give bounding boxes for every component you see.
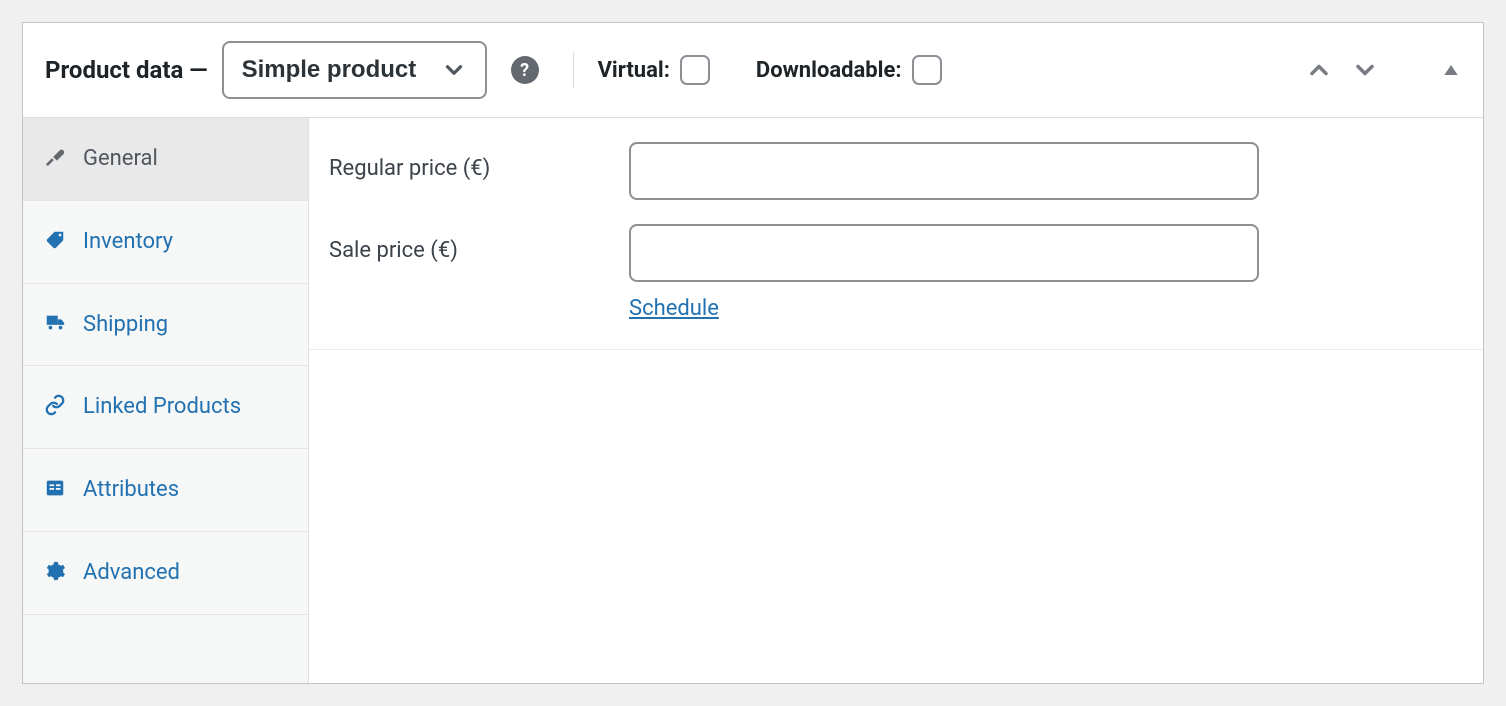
tab-label: General [83,144,288,174]
virtual-checkbox[interactable] [680,55,710,85]
help-icon[interactable]: ? [511,56,539,84]
schedule-link[interactable]: Schedule [629,296,719,321]
product-type-select[interactable]: Simple product [222,41,487,99]
virtual-label: Virtual: [598,58,670,83]
product-type-select-wrap: Simple product [222,41,487,99]
tab-label: Inventory [83,227,288,257]
regular-price-input[interactable] [629,142,1259,200]
wrench-icon [43,146,67,168]
tab-general[interactable]: General [23,118,308,201]
tab-inventory[interactable]: Inventory [23,201,308,284]
tab-label: Linked Products [83,392,288,422]
product-data-panel: Product data — Simple product ? Virtual:… [22,22,1484,684]
toggle-panel-button[interactable] [1441,60,1461,80]
regular-price-row: Regular price (€) [329,142,1463,200]
gear-icon [43,560,67,582]
downloadable-checkbox[interactable] [912,55,942,85]
panel-title: Product data — [45,56,208,84]
move-down-button[interactable] [1351,56,1379,84]
regular-price-label: Regular price (€) [329,142,629,181]
tab-content: Regular price (€) Sale price (€) Schedul… [309,118,1483,683]
tab-advanced[interactable]: Advanced [23,532,308,615]
list-icon [43,477,67,499]
tab-shipping[interactable]: Shipping [23,284,308,367]
tag-icon [43,229,67,251]
tab-linked-products[interactable]: Linked Products [23,366,308,449]
sale-price-label: Sale price (€) [329,224,629,263]
truck-icon [43,312,67,334]
divider [573,52,574,88]
sale-price-row: Sale price (€) Schedule [329,224,1463,321]
panel-controls [1305,56,1461,84]
move-up-button[interactable] [1305,56,1333,84]
downloadable-label: Downloadable: [756,58,902,83]
tabs-sidebar: General Inventory Shipping Linked Produc… [23,118,309,683]
panel-header: Product data — Simple product ? Virtual:… [23,23,1483,118]
tab-label: Shipping [83,310,288,340]
virtual-toggle[interactable]: Virtual: [598,55,710,85]
tab-attributes[interactable]: Attributes [23,449,308,532]
sale-price-input[interactable] [629,224,1259,282]
link-icon [43,394,67,416]
tab-label: Attributes [83,475,288,505]
downloadable-toggle[interactable]: Downloadable: [756,55,942,85]
general-fields: Regular price (€) Sale price (€) Schedul… [309,118,1483,350]
panel-body: General Inventory Shipping Linked Produc… [23,118,1483,683]
tab-label: Advanced [83,558,288,588]
